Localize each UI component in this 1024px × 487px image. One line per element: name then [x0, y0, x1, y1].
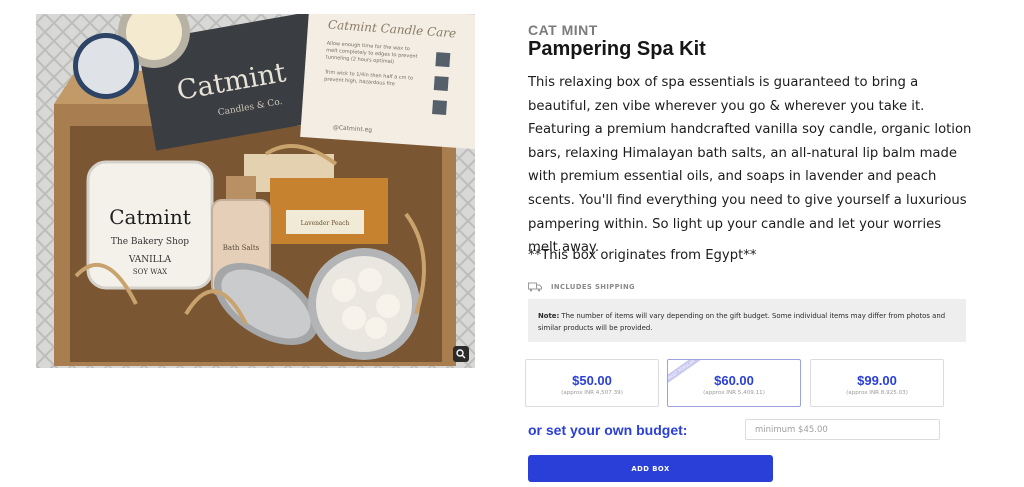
truck-icon: [528, 277, 542, 296]
candle-label: The Bakery Shop: [111, 237, 189, 247]
shipping-info: INCLUDES SHIPPING: [528, 277, 635, 296]
care-card-line2: Trim wick to 1/4in then half a cm to pre…: [323, 69, 414, 88]
bath-salts-label: Bath Salts: [223, 244, 260, 252]
add-box-button[interactable]: ADD BOX: [528, 455, 773, 482]
budget-note: Note: The number of items will vary depe…: [528, 299, 966, 342]
note-label: Note:: [538, 312, 560, 320]
soap-label: Lavender Peach: [301, 220, 350, 227]
own-budget-label: or set your own budget:: [528, 422, 688, 438]
candle-wax: SOY WAX: [133, 268, 167, 276]
budget-option-99[interactable]: $99.00 (approx INR 8,925.03): [810, 359, 944, 407]
product-description: This relaxing box of spa essentials is g…: [528, 75, 972, 256]
budget-price: $60.00: [714, 373, 754, 388]
product-origin: **This box originates from Egypt**: [528, 248, 757, 263]
product-title: Pampering Spa Kit: [528, 38, 706, 60]
candle-scent: VANILLA: [128, 255, 172, 265]
budget-option-60[interactable]: MOST POPULAR $60.00 (approx INR 5,409.11…: [667, 359, 801, 407]
budget-price: $50.00: [572, 373, 612, 388]
product-image[interactable]: Catmint Candles & Co. Catmint Candle Car…: [36, 14, 475, 368]
budget-option-50[interactable]: $50.00 (approx INR 4,507.39): [525, 359, 659, 407]
candle-logo: Catmint: [109, 205, 191, 229]
own-budget-input[interactable]: [745, 419, 940, 440]
brand-name: CAT MINT: [528, 22, 598, 38]
budget-price: $99.00: [857, 373, 897, 388]
magnifier-icon[interactable]: [453, 346, 469, 362]
budget-approx: (approx INR 4,507.39): [561, 390, 623, 396]
budget-approx: (approx INR 8,925.03): [846, 390, 908, 396]
shipping-label: INCLUDES SHIPPING: [551, 282, 636, 291]
product-photo: Catmint Candles & Co. Catmint Candle Car…: [36, 14, 475, 368]
budget-approx: (approx INR 5,409.11): [703, 390, 765, 396]
note-text: The number of items will vary depending …: [538, 312, 946, 332]
